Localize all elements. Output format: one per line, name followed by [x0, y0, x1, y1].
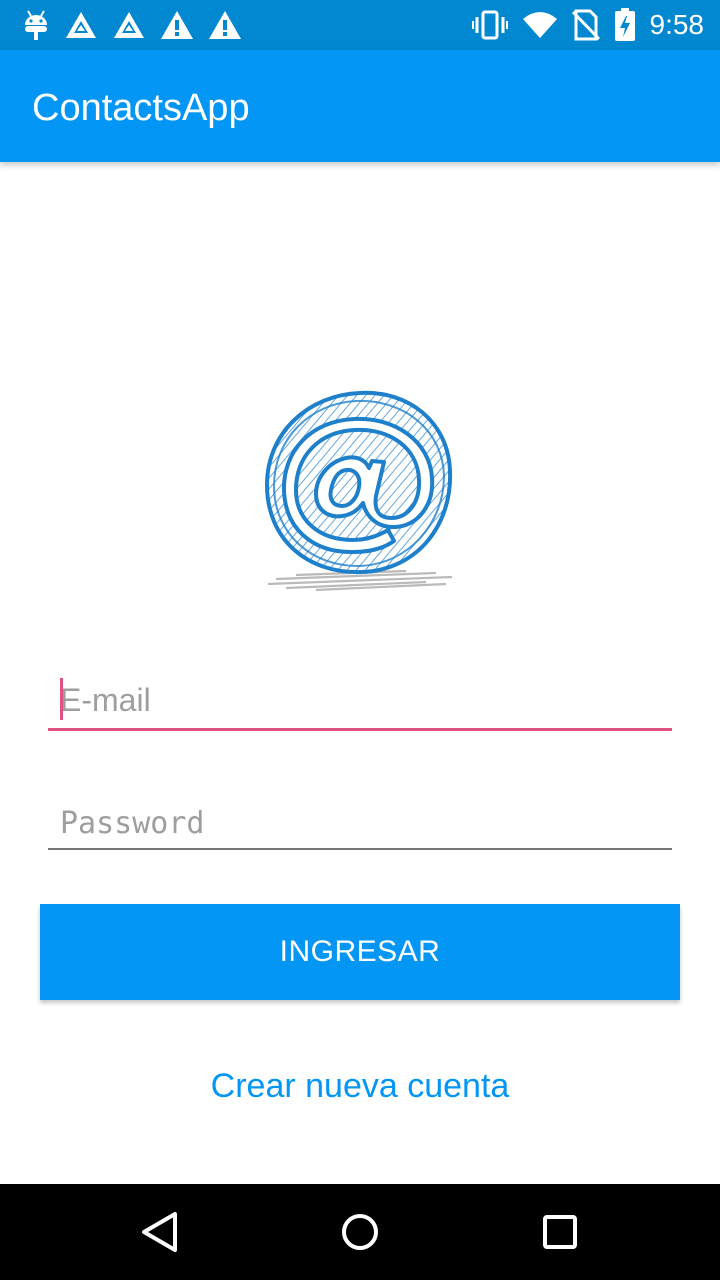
system-icons: 9:58: [471, 8, 705, 42]
app-bar: ContactsApp: [0, 50, 720, 162]
navigation-bar: [0, 1184, 720, 1280]
login-button[interactable]: INGRESAR: [40, 904, 680, 1000]
warning-icon: [208, 10, 242, 40]
home-icon[interactable]: [330, 1202, 390, 1262]
app-title: ContactsApp: [32, 87, 250, 129]
battery-charging-icon: [614, 8, 636, 42]
warning-icon: [160, 10, 194, 40]
at-sign-logo-icon: [256, 384, 464, 596]
back-icon[interactable]: [130, 1202, 190, 1262]
notification-icons: [22, 9, 242, 41]
triangle-app-icon: [64, 10, 98, 40]
no-sim-icon: [571, 9, 600, 41]
password-input[interactable]: [48, 798, 672, 848]
create-account-link[interactable]: Crear nueva cuenta: [0, 1064, 720, 1108]
email-field[interactable]: [48, 672, 672, 731]
recents-icon[interactable]: [530, 1202, 590, 1262]
text-cursor: [60, 678, 63, 720]
wifi-icon: [522, 11, 558, 39]
email-input[interactable]: [48, 672, 672, 728]
triangle-app-icon: [112, 10, 146, 40]
password-field[interactable]: [48, 798, 672, 850]
status-bar: 9:58: [0, 0, 720, 50]
vibrate-icon: [471, 10, 508, 40]
status-clock: 9:58: [649, 9, 705, 40]
android-debug-icon: [22, 9, 50, 41]
